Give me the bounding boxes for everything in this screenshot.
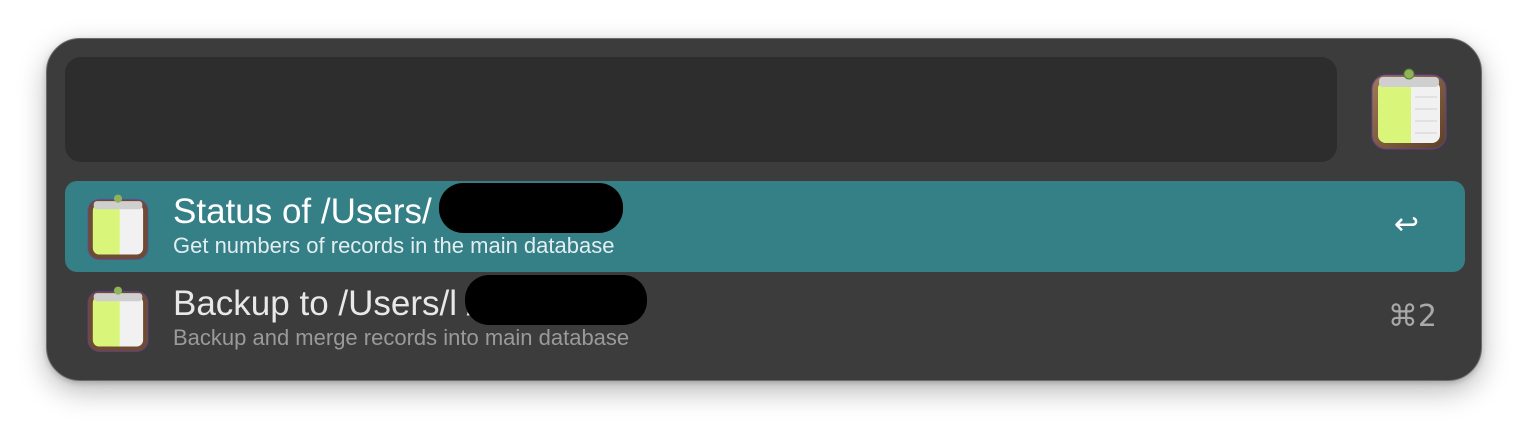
- return-key-icon: ↩: [1393, 207, 1419, 242]
- result-subtitle: Backup and merge records into main datab…: [173, 325, 630, 350]
- search-input[interactable]: [65, 57, 1337, 162]
- result-row-backup[interactable]: Backup to /Users/l /Clipboard Backup and…: [65, 273, 1465, 364]
- redaction-bar: [439, 183, 623, 233]
- result-subtitle: Get numbers of records in the main datab…: [173, 233, 615, 258]
- clipboard-notepad-icon: [87, 286, 149, 352]
- clipboard-notepad-icon: [87, 194, 149, 260]
- redaction-bar: [465, 275, 647, 325]
- clipboard-notepad-icon: [1371, 68, 1447, 150]
- launcher-window: Status of /Users/ e/Clipboard Get number…: [46, 38, 1482, 381]
- command-shortcut-label: ⌘2: [1387, 299, 1437, 334]
- result-row-status[interactable]: Status of /Users/ e/Clipboard Get number…: [65, 181, 1465, 272]
